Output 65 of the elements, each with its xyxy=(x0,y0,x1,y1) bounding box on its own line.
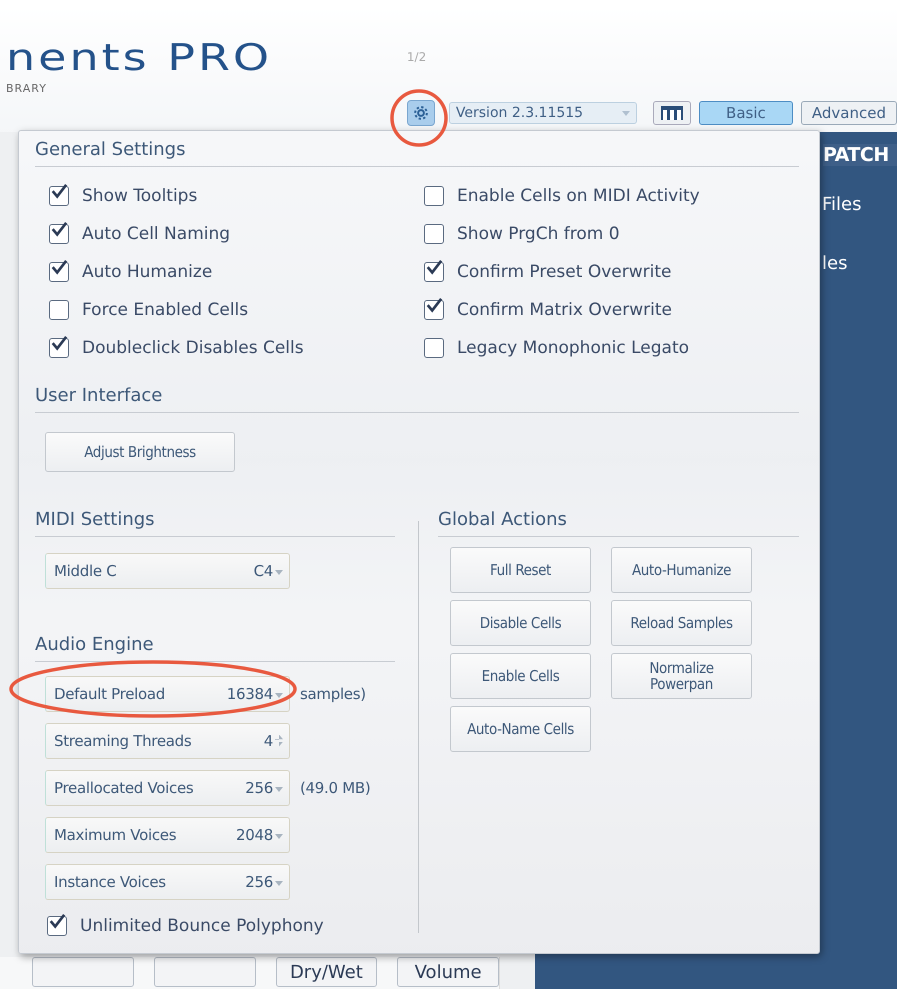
action-button[interactable]: Disable Cells xyxy=(450,600,591,646)
checkbox-label: Legacy Monophonic Legato xyxy=(457,338,690,358)
action-button[interactable]: Auto-Humanize xyxy=(611,547,752,593)
settings-button[interactable] xyxy=(406,100,435,126)
panel-title: PATCH xyxy=(823,144,897,166)
section-title: Audio Engine xyxy=(35,634,155,656)
logo-text: nents PRO xyxy=(6,37,274,77)
section-title: General Settings xyxy=(35,139,186,161)
mix-button[interactable]: Volume xyxy=(397,957,499,987)
mode-tab[interactable]: Basic xyxy=(698,101,793,125)
action-button[interactable]: Full Reset xyxy=(450,547,591,593)
checkbox[interactable] xyxy=(47,916,67,936)
setting-note: samples) xyxy=(300,684,366,702)
panel-item[interactable]: Files xyxy=(822,194,897,215)
setting-note: (49.0 MB) xyxy=(300,778,370,796)
caret-icon xyxy=(275,880,283,886)
version-dropdown[interactable]: Version 2.3.11515 xyxy=(448,102,637,124)
annotation-circle xyxy=(389,88,449,148)
checkbox[interactable] xyxy=(424,186,444,206)
section-title: Global Actions xyxy=(438,509,568,531)
checkbox[interactable] xyxy=(424,300,444,320)
checkbox[interactable] xyxy=(424,262,444,282)
action-button[interactable]: Enable Cells xyxy=(450,653,591,699)
checkbox-label: Show Tooltips xyxy=(82,186,198,206)
caret-icon xyxy=(275,786,283,792)
checkbox-label: Confirm Preset Overwrite xyxy=(457,262,672,282)
checkbox[interactable] xyxy=(424,338,444,358)
checkbox[interactable] xyxy=(49,338,69,358)
checkbox[interactable] xyxy=(49,186,69,206)
caret-icon xyxy=(275,570,283,574)
checkbox-label: Confirm Matrix Overwrite xyxy=(457,300,672,320)
caret-icon xyxy=(275,834,283,838)
gear-icon xyxy=(412,104,430,122)
checkbox[interactable] xyxy=(424,224,444,244)
checkbox-label: Show PrgCh from 0 xyxy=(457,224,620,244)
setting-dropdown[interactable]: Middle C C4 xyxy=(45,552,290,588)
checkbox[interactable] xyxy=(49,224,69,244)
setting-dropdown[interactable]: Default Preload 16384 xyxy=(45,676,290,712)
setting-dropdown[interactable]: Instance Voices 256 xyxy=(45,864,290,900)
caret-icon xyxy=(622,110,630,116)
mix-button[interactable]: Dry/Wet xyxy=(276,957,378,987)
checkbox-label: Force Enabled Cells xyxy=(82,300,248,320)
piano-keys-icon xyxy=(660,106,683,120)
action-button[interactable]: Normalize Powerpan xyxy=(611,653,752,699)
mode-tab[interactable]: Advanced xyxy=(800,101,897,125)
checkbox[interactable] xyxy=(49,300,69,320)
section-title: User Interface xyxy=(35,385,164,407)
checkbox-label: Unlimited Bounce Polyphony xyxy=(80,916,324,936)
checkbox-label: Auto Cell Naming xyxy=(82,224,230,244)
checkbox-label: Doubleclick Disables Cells xyxy=(82,338,304,358)
page-indicator: 1/2 xyxy=(406,50,428,66)
setting-spinner[interactable]: Streaming Threads 4 xyxy=(45,722,290,758)
adjust-brightness-button[interactable]: Adjust Brightness xyxy=(45,432,235,472)
section-title: MIDI Settings xyxy=(35,509,156,531)
setting-dropdown[interactable]: Maximum Voices 2048 xyxy=(45,816,290,852)
action-button[interactable]: Reload Samples xyxy=(611,600,752,646)
keyboard-button[interactable] xyxy=(652,101,691,125)
logo-subtitle: BRARY xyxy=(6,82,48,95)
checkbox-label: Auto Humanize xyxy=(82,262,212,282)
panel-item[interactable]: les xyxy=(822,253,897,274)
setting-dropdown[interactable]: Preallocated Voices 256 xyxy=(45,770,290,806)
checkbox-label: Enable Cells on MIDI Activity xyxy=(457,186,700,206)
caret-icon xyxy=(275,692,283,698)
checkbox[interactable] xyxy=(49,262,69,282)
action-button[interactable]: Auto-Name Cells xyxy=(450,706,591,752)
